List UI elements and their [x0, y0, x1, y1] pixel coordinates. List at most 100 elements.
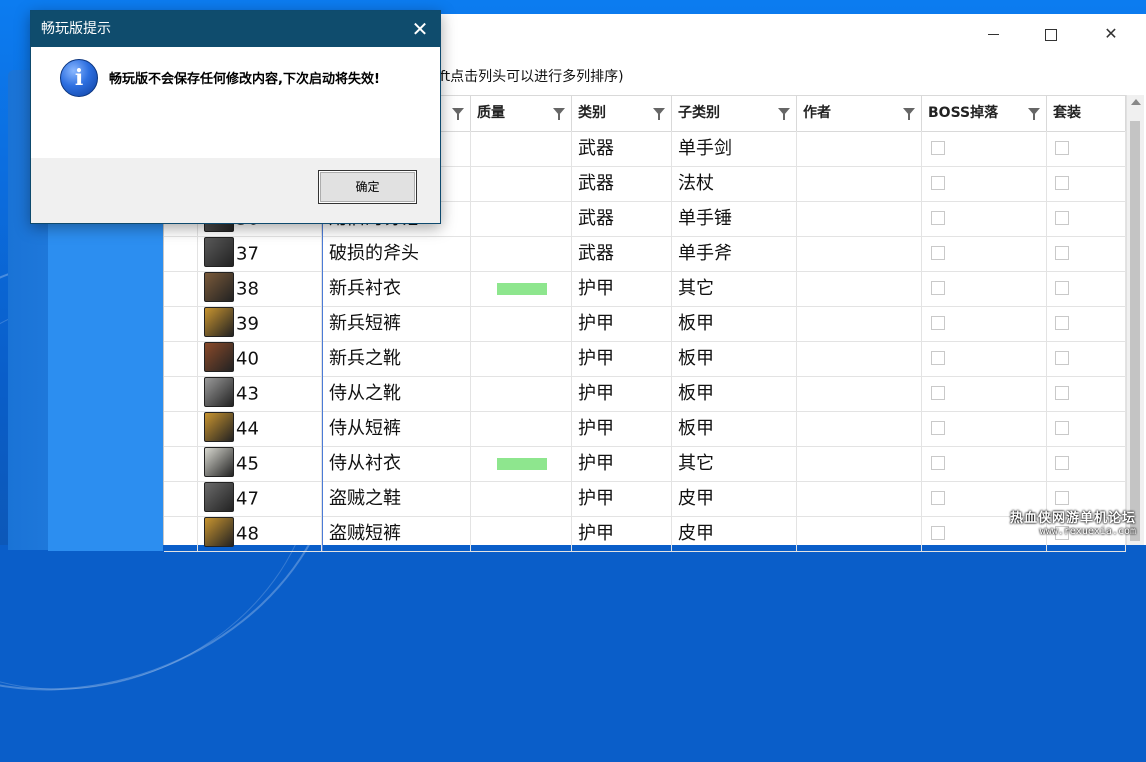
column-header-label: BOSS掉落: [928, 105, 999, 121]
column-header-author[interactable]: 作者: [797, 96, 922, 131]
set-checkbox[interactable]: [1055, 316, 1069, 330]
subcategory-text: 板甲: [678, 348, 714, 369]
boss-drop-checkbox[interactable]: [931, 281, 945, 295]
row-selector-cell[interactable]: [164, 306, 198, 341]
name-cell[interactable]: 新兵衬衣: [322, 271, 471, 306]
set-checkbox[interactable]: [1055, 386, 1069, 400]
table-row[interactable]: 45 侍从衬衣 护甲 其它: [164, 446, 1126, 482]
row-selector-cell[interactable]: [164, 446, 198, 481]
name-cell[interactable]: 盗贼短裤: [322, 516, 471, 551]
category-text: 武器: [578, 208, 614, 229]
name-cell[interactable]: 盗贼之鞋: [322, 481, 471, 516]
boss-drop-checkbox[interactable]: [931, 456, 945, 470]
row-selector-cell[interactable]: [164, 516, 198, 551]
set-checkbox[interactable]: [1055, 351, 1069, 365]
set-checkbox[interactable]: [1055, 456, 1069, 470]
name-cell[interactable]: 侍从短裤: [322, 411, 471, 446]
quality-cell: [471, 341, 572, 376]
filter-icon[interactable]: [903, 108, 915, 120]
row-selector-cell[interactable]: [164, 236, 198, 271]
filter-icon[interactable]: [1028, 108, 1040, 120]
info-icon: i: [60, 59, 98, 97]
quality-swatch: [497, 458, 547, 470]
set-checkbox[interactable]: [1055, 141, 1069, 155]
table-row[interactable]: 38 新兵衬衣 护甲 其它: [164, 271, 1126, 307]
boss-drop-checkbox[interactable]: [931, 316, 945, 330]
boss-drop-checkbox[interactable]: [931, 141, 945, 155]
name-cell[interactable]: 侍从之靴: [322, 376, 471, 411]
scroll-thumb[interactable]: [1130, 121, 1140, 541]
column-header-quality[interactable]: 质量: [471, 96, 572, 131]
name-cell[interactable]: 新兵短裤: [322, 306, 471, 341]
subcategory-text: 板甲: [678, 313, 714, 334]
column-header-label: 套装: [1053, 105, 1081, 121]
filter-icon[interactable]: [653, 108, 665, 120]
column-header-set[interactable]: 套装: [1047, 96, 1126, 131]
category-cell: 武器: [572, 131, 672, 166]
name-cell[interactable]: 破损的斧头: [322, 236, 471, 271]
item-icon: [204, 237, 234, 267]
table-row[interactable]: 43 侍从之靴 护甲 板甲: [164, 376, 1126, 412]
name-cell[interactable]: 新兵之靴: [322, 341, 471, 376]
scroll-up-icon[interactable]: [1131, 99, 1141, 105]
author-cell: [797, 201, 922, 236]
category-cell: 护甲: [572, 481, 672, 516]
row-selector-cell[interactable]: [164, 376, 198, 411]
boss-drop-checkbox[interactable]: [931, 246, 945, 260]
subcategory-text: 皮甲: [678, 488, 714, 509]
id-cell: 39: [198, 306, 322, 341]
row-selector-cell[interactable]: [164, 341, 198, 376]
row-selector-cell[interactable]: [164, 481, 198, 516]
column-header-label: 子类别: [678, 105, 720, 121]
quality-cell: [471, 411, 572, 446]
set-checkbox[interactable]: [1055, 176, 1069, 190]
maximize-button[interactable]: [1028, 24, 1074, 44]
boss-drop-checkbox[interactable]: [931, 211, 945, 225]
boss-drop-checkbox[interactable]: [931, 176, 945, 190]
row-selector-cell[interactable]: [164, 411, 198, 446]
dialog-close-icon[interactable]: ✕: [410, 11, 430, 47]
minimize-button[interactable]: [970, 24, 1016, 44]
set-checkbox[interactable]: [1055, 421, 1069, 435]
table-row[interactable]: 37 破损的斧头 武器 单手斧: [164, 236, 1126, 272]
column-header-subcategory[interactable]: 子类别: [672, 96, 797, 131]
table-row[interactable]: 44 侍从短裤 护甲 板甲: [164, 411, 1126, 447]
column-header-label: 作者: [803, 105, 831, 121]
column-header-boss-drop[interactable]: BOSS掉落: [922, 96, 1047, 131]
item-icon: [204, 272, 234, 302]
column-header-category[interactable]: 类别: [572, 96, 672, 131]
item-icon: [204, 307, 234, 337]
set-checkbox[interactable]: [1055, 491, 1069, 505]
minimize-icon: [987, 34, 999, 35]
row-selector-cell[interactable]: [164, 271, 198, 306]
author-cell: [797, 481, 922, 516]
boss-drop-checkbox[interactable]: [931, 526, 945, 540]
set-cell: [1047, 166, 1126, 201]
table-row[interactable]: 47 盗贼之鞋 护甲 皮甲: [164, 481, 1126, 517]
filter-icon[interactable]: [553, 108, 565, 120]
set-checkbox[interactable]: [1055, 281, 1069, 295]
boss-drop-checkbox[interactable]: [931, 491, 945, 505]
subcategory-cell: 其它: [672, 271, 797, 306]
author-cell: [797, 306, 922, 341]
maximize-icon: [1045, 28, 1057, 41]
item-id: 39: [236, 313, 259, 335]
name-cell[interactable]: 侍从衬衣: [322, 446, 471, 481]
table-row[interactable]: 48 盗贼短裤 护甲 皮甲: [164, 516, 1126, 552]
ok-button[interactable]: 确定: [318, 170, 417, 204]
filter-icon[interactable]: [452, 108, 464, 120]
table-row[interactable]: 40 新兵之靴 护甲 板甲: [164, 341, 1126, 377]
close-button[interactable]: ✕: [1088, 24, 1134, 44]
subcategory-cell: 单手锤: [672, 201, 797, 236]
vertical-scrollbar[interactable]: [1126, 95, 1144, 545]
subcategory-text: 板甲: [678, 418, 714, 439]
boss-drop-checkbox[interactable]: [931, 421, 945, 435]
background-window-pane: [48, 170, 163, 551]
column-header-label: 质量: [477, 105, 505, 121]
table-row[interactable]: 39 新兵短裤 护甲 板甲: [164, 306, 1126, 342]
boss-drop-checkbox[interactable]: [931, 386, 945, 400]
filter-icon[interactable]: [778, 108, 790, 120]
boss-drop-checkbox[interactable]: [931, 351, 945, 365]
set-checkbox[interactable]: [1055, 246, 1069, 260]
set-checkbox[interactable]: [1055, 211, 1069, 225]
